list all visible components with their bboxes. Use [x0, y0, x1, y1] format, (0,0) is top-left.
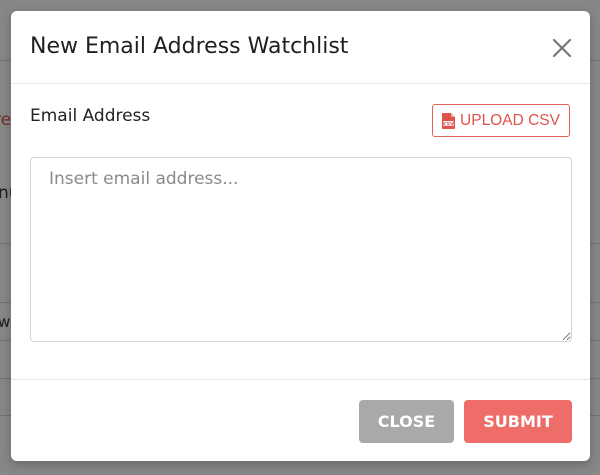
close-icon[interactable]: [549, 35, 575, 61]
modal-header: New Email Address Watchlist: [11, 11, 590, 84]
watchlist-modal: New Email Address Watchlist Email Addres…: [11, 11, 590, 461]
upload-csv-button[interactable]: CSV UPLOAD CSV: [432, 104, 570, 137]
upload-csv-label: UPLOAD CSV: [460, 111, 560, 129]
close-icon-glyph: [552, 38, 572, 58]
csv-file-icon: CSV: [442, 112, 456, 129]
email-address-input[interactable]: [30, 157, 572, 342]
submit-button[interactable]: SUBMIT: [464, 400, 572, 443]
email-address-label: Email Address: [30, 106, 151, 126]
modal-title: New Email Address Watchlist: [30, 34, 349, 59]
svg-text:CSV: CSV: [443, 121, 454, 127]
modal-footer: CLOSE SUBMIT: [11, 379, 590, 462]
close-button[interactable]: CLOSE: [359, 400, 454, 443]
